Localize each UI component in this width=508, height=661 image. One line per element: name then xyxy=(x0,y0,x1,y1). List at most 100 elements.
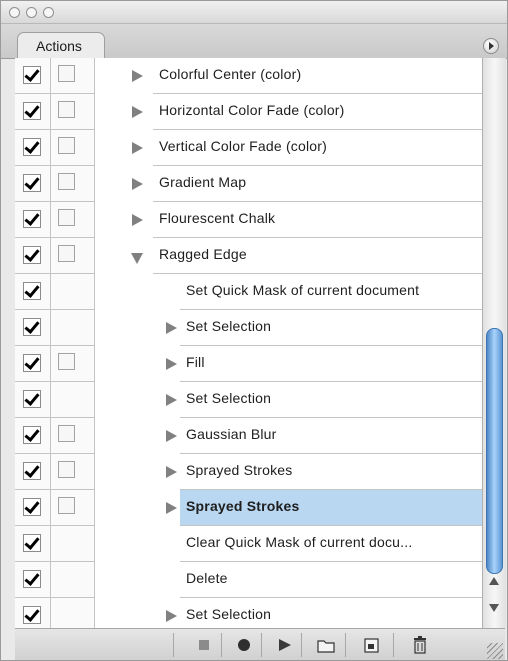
zoom-button[interactable] xyxy=(43,7,54,18)
toggle-dialog-cell[interactable] xyxy=(51,418,95,454)
dialog-toggle-icon[interactable] xyxy=(58,173,75,190)
checkmark-icon[interactable] xyxy=(23,318,41,336)
collapsed-triangle-icon[interactable] xyxy=(166,322,177,334)
action-item[interactable] xyxy=(180,346,482,382)
checkmark-icon[interactable] xyxy=(23,498,41,516)
action-row[interactable]: Gradient Map xyxy=(15,166,482,202)
collapsed-triangle-icon[interactable] xyxy=(132,178,143,190)
tab-actions[interactable]: Actions xyxy=(17,32,105,59)
checkmark-icon[interactable] xyxy=(23,210,41,228)
action-row[interactable]: Vertical Color Fade (color) xyxy=(15,130,482,166)
vertical-scrollbar[interactable] xyxy=(482,58,506,628)
collapsed-triangle-icon[interactable] xyxy=(166,430,177,442)
trash-icon[interactable] xyxy=(407,634,433,656)
toggle-dialog-cell[interactable] xyxy=(51,130,95,166)
checkmark-icon[interactable] xyxy=(23,66,41,84)
checkmark-icon[interactable] xyxy=(23,102,41,120)
action-row[interactable]: Set Quick Mask of current document xyxy=(15,274,482,310)
toggle-item-cell[interactable] xyxy=(15,310,51,346)
toggle-item-cell[interactable] xyxy=(15,58,51,94)
collapsed-triangle-icon[interactable] xyxy=(166,394,177,406)
toggle-item-cell[interactable] xyxy=(15,454,51,490)
checkmark-icon[interactable] xyxy=(23,174,41,192)
collapsed-triangle-icon[interactable] xyxy=(132,214,143,226)
toggle-item-cell[interactable] xyxy=(15,526,51,562)
toggle-dialog-cell[interactable] xyxy=(51,454,95,490)
toggle-dialog-cell[interactable] xyxy=(51,346,95,382)
scroll-up-arrow-icon[interactable] xyxy=(489,577,499,585)
close-button[interactable] xyxy=(9,7,20,18)
toggle-item-cell[interactable] xyxy=(15,130,51,166)
toggle-item-cell[interactable] xyxy=(15,346,51,382)
collapsed-triangle-icon[interactable] xyxy=(166,610,177,622)
expanded-triangle-icon[interactable] xyxy=(131,253,143,264)
toggle-dialog-cell[interactable] xyxy=(51,274,95,310)
toggle-item-cell[interactable] xyxy=(15,490,51,526)
minimize-button[interactable] xyxy=(26,7,37,18)
checkmark-icon[interactable] xyxy=(23,462,41,480)
checkmark-icon[interactable] xyxy=(23,570,41,588)
dialog-toggle-icon[interactable] xyxy=(58,209,75,226)
dialog-toggle-icon[interactable] xyxy=(58,497,75,514)
toggle-item-cell[interactable] xyxy=(15,166,51,202)
action-row[interactable]: Flourescent Chalk xyxy=(15,202,482,238)
action-row[interactable]: Sprayed Strokes xyxy=(15,454,482,490)
collapsed-triangle-icon[interactable] xyxy=(166,466,177,478)
checkmark-icon[interactable] xyxy=(23,246,41,264)
dialog-toggle-icon[interactable] xyxy=(58,65,75,82)
toggle-dialog-cell[interactable] xyxy=(51,166,95,202)
collapsed-triangle-icon[interactable] xyxy=(166,502,177,514)
toggle-dialog-cell[interactable] xyxy=(51,562,95,598)
action-row[interactable]: Fill xyxy=(15,346,482,382)
action-row[interactable]: Horizontal Color Fade (color) xyxy=(15,94,482,130)
toggle-item-cell[interactable] xyxy=(15,598,51,628)
action-row[interactable]: Colorful Center (color) xyxy=(15,58,482,94)
toggle-item-cell[interactable] xyxy=(15,562,51,598)
dialog-toggle-icon[interactable] xyxy=(58,425,75,442)
dialog-toggle-icon[interactable] xyxy=(58,137,75,154)
toggle-item-cell[interactable] xyxy=(15,382,51,418)
toggle-dialog-cell[interactable] xyxy=(51,310,95,346)
scroll-down-arrow-icon[interactable] xyxy=(489,604,499,612)
toggle-item-cell[interactable] xyxy=(15,274,51,310)
toggle-dialog-cell[interactable] xyxy=(51,94,95,130)
action-row[interactable]: Set Selection xyxy=(15,382,482,418)
collapsed-triangle-icon[interactable] xyxy=(132,142,143,154)
record-icon[interactable] xyxy=(231,634,257,656)
dialog-toggle-icon[interactable] xyxy=(58,461,75,478)
checkmark-icon[interactable] xyxy=(23,426,41,444)
dialog-toggle-icon[interactable] xyxy=(58,353,75,370)
checkmark-icon[interactable] xyxy=(23,354,41,372)
action-row[interactable]: Sprayed Strokes xyxy=(15,490,482,526)
checkmark-icon[interactable] xyxy=(23,606,41,624)
action-row[interactable]: Ragged Edge xyxy=(15,238,482,274)
scroll-thumb[interactable] xyxy=(486,328,503,574)
toggle-dialog-cell[interactable] xyxy=(51,238,95,274)
action-row[interactable]: Gaussian Blur xyxy=(15,418,482,454)
checkmark-icon[interactable] xyxy=(23,390,41,408)
stop-icon[interactable] xyxy=(191,634,217,656)
toggle-item-cell[interactable] xyxy=(15,238,51,274)
toggle-dialog-cell[interactable] xyxy=(51,58,95,94)
toggle-dialog-cell[interactable] xyxy=(51,598,95,628)
toggle-dialog-cell[interactable] xyxy=(51,382,95,418)
toggle-item-cell[interactable] xyxy=(15,418,51,454)
panel-menu-icon[interactable] xyxy=(483,38,499,54)
play-icon[interactable] xyxy=(271,634,297,656)
dialog-toggle-icon[interactable] xyxy=(58,101,75,118)
toggle-dialog-cell[interactable] xyxy=(51,526,95,562)
collapsed-triangle-icon[interactable] xyxy=(132,106,143,118)
toggle-dialog-cell[interactable] xyxy=(51,202,95,238)
resize-grip-icon[interactable] xyxy=(487,643,503,659)
new-set-icon[interactable] xyxy=(313,634,339,656)
checkmark-icon[interactable] xyxy=(23,282,41,300)
new-action-icon[interactable] xyxy=(359,634,385,656)
toggle-item-cell[interactable] xyxy=(15,94,51,130)
dialog-toggle-icon[interactable] xyxy=(58,245,75,262)
action-row[interactable]: Set Selection xyxy=(15,598,482,628)
action-row[interactable]: Clear Quick Mask of current docu... xyxy=(15,526,482,562)
checkmark-icon[interactable] xyxy=(23,534,41,552)
collapsed-triangle-icon[interactable] xyxy=(132,70,143,82)
action-row[interactable]: Delete xyxy=(15,562,482,598)
checkmark-icon[interactable] xyxy=(23,138,41,156)
